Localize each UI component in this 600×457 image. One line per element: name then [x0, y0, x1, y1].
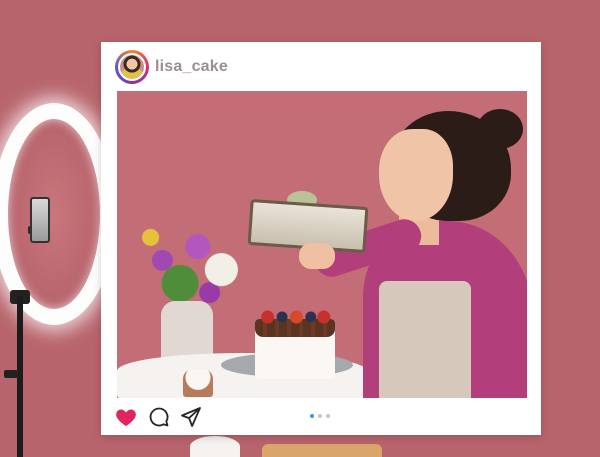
wooden-tray: [262, 444, 382, 457]
carousel-dot[interactable]: [326, 414, 330, 418]
carousel-dot-active[interactable]: [310, 414, 314, 418]
stand-knob: [4, 370, 18, 378]
avatar-story-ring[interactable]: [115, 50, 149, 84]
berry-topping: [259, 309, 331, 325]
cupcake: [183, 369, 213, 397]
woman-face: [379, 129, 453, 221]
woman-hand: [299, 243, 335, 269]
apron: [379, 281, 471, 398]
post-action-bar: [101, 400, 541, 435]
flower-bouquet: [127, 219, 245, 311]
post-photo[interactable]: [117, 91, 527, 398]
username[interactable]: lisa_cake: [155, 58, 228, 76]
phone: [30, 197, 50, 243]
instagram-post-card: lisa_cake: [101, 42, 541, 435]
avatar[interactable]: [118, 53, 146, 81]
heart-icon[interactable]: [114, 405, 138, 429]
post-header: lisa_cake: [101, 42, 541, 90]
carousel-dot[interactable]: [318, 414, 322, 418]
comment-icon[interactable]: [147, 405, 171, 429]
send-icon[interactable]: [179, 405, 203, 429]
carousel-indicator: [310, 414, 334, 420]
berry-bowl: [190, 436, 240, 457]
